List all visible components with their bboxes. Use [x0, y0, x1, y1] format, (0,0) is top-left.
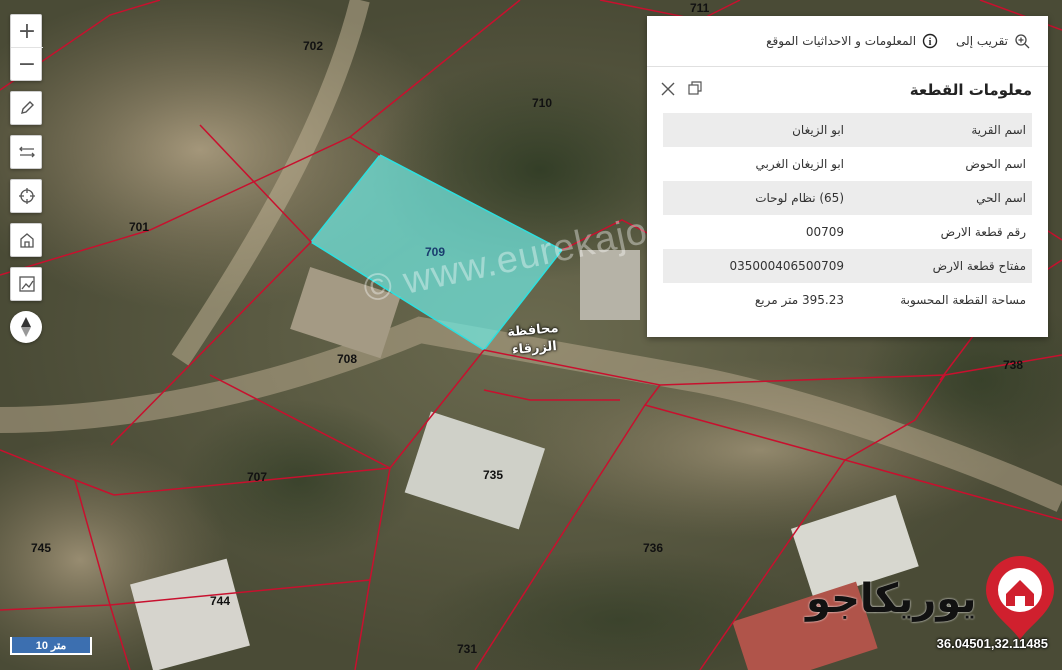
row-value: 395.23 متر مربع	[754, 293, 844, 307]
row-value: ابو الزيغان الغربي	[755, 157, 844, 171]
coordinates-readout: 36.04501,32.11485	[936, 636, 1048, 651]
parcel-label-710: 710	[532, 96, 552, 110]
table-row: اسم الحوض ابو الزيغان الغربي	[663, 147, 1032, 181]
parcel-label-745: 745	[31, 541, 51, 555]
measure-button[interactable]	[11, 136, 43, 168]
panel-actions	[661, 80, 703, 100]
map-toolbar: + −	[10, 14, 43, 343]
row-key: مفتاح قطعة الارض	[850, 249, 1032, 283]
scale-bar: 10 متر	[10, 637, 92, 655]
row-key: اسم الحوض	[965, 157, 1026, 171]
chart-tool-group	[10, 267, 42, 301]
home-icon	[20, 233, 34, 248]
parcel-info-panel: تقريب إلى i المعلومات و الاحداثيات الموق…	[647, 16, 1048, 337]
table-row: مفتاح قطعة الارض 035000406500709	[663, 249, 1032, 283]
panel-tabs: تقريب إلى i المعلومات و الاحداثيات الموق…	[647, 16, 1048, 67]
home-button[interactable]	[11, 224, 43, 256]
row-key: اسم القرية	[850, 113, 1032, 147]
parcel-label-744: 744	[210, 594, 230, 608]
svg-text:i: i	[929, 37, 932, 48]
locate-button[interactable]	[11, 180, 43, 212]
brand-logo: يوريكاجو	[806, 556, 1058, 642]
tab-location-info[interactable]: i المعلومات و الاحداثيات الموقع	[766, 33, 938, 49]
table-row: اسم الحي (65) نظام لوحات	[663, 181, 1032, 215]
row-value: (65) نظام لوحات	[663, 181, 850, 215]
measure-tool-group	[10, 135, 42, 169]
panel-header: معلومات القطعة	[647, 67, 1048, 113]
parcel-label-702: 702	[303, 39, 323, 53]
restore-button[interactable]	[687, 80, 703, 100]
zoom-out-button[interactable]: −	[11, 47, 43, 80]
close-icon	[661, 82, 675, 95]
chart-icon	[19, 276, 35, 292]
zoom-in-icon	[1015, 34, 1030, 49]
home-tool-group	[10, 223, 42, 257]
row-key: مساحة القطعة المحسوبة	[900, 293, 1026, 307]
parcel-label-707: 707	[247, 470, 267, 484]
panel-title: معلومات القطعة	[909, 81, 1032, 99]
chart-button[interactable]	[11, 268, 43, 300]
restore-icon	[688, 81, 702, 95]
pencil-icon	[21, 101, 34, 114]
parcel-label-738: 738	[1003, 358, 1023, 372]
row-key: اسم الحي	[850, 181, 1032, 215]
table-row: رقم قطعة الارض 00709	[663, 215, 1032, 249]
parcel-label-711: 711	[690, 1, 710, 15]
parcel-label-708: 708	[337, 352, 357, 366]
tab-zoom-to[interactable]: تقريب إلى	[956, 33, 1030, 49]
table-row: مساحة القطعة المحسوبة 395.23 متر مربع	[663, 283, 1032, 317]
parcel-info-table: اسم القرية ابو الزيغان اسم الحوض ابو الزيغ…	[663, 113, 1032, 317]
measure-icon	[19, 146, 35, 158]
compass-button[interactable]	[10, 311, 42, 343]
locate-tool-group	[10, 179, 42, 213]
draw-button[interactable]	[11, 92, 43, 124]
parcel-label-735: 735	[483, 468, 503, 482]
draw-tool-group	[10, 91, 42, 125]
table-row: اسم القرية ابو الزيغان	[663, 113, 1032, 147]
parcel-label-736: 736	[643, 541, 663, 555]
row-value: 035000406500709	[663, 249, 850, 283]
zoom-in-button[interactable]: +	[11, 15, 43, 47]
row-value: ابو الزيغان	[663, 113, 850, 147]
governorate-label: محافظة الزرقاء	[507, 320, 561, 360]
brand-text: يوريكاجو	[806, 576, 978, 622]
compass-icon	[21, 317, 31, 337]
tab-location-info-label: المعلومات و الاحداثيات الموقع	[766, 34, 917, 48]
crosshair-icon	[19, 188, 35, 204]
parcel-label-701: 701	[129, 220, 149, 234]
row-key: رقم قطعة الارض	[940, 225, 1026, 239]
zoom-controls: + −	[10, 14, 43, 81]
row-value: 00709	[805, 225, 844, 239]
house-pin-logo-icon	[986, 556, 1055, 640]
parcel-label-731: 731	[457, 642, 477, 656]
info-icon: i	[922, 33, 938, 49]
close-button[interactable]	[661, 81, 675, 100]
tab-zoom-to-label: تقريب إلى	[956, 34, 1008, 48]
